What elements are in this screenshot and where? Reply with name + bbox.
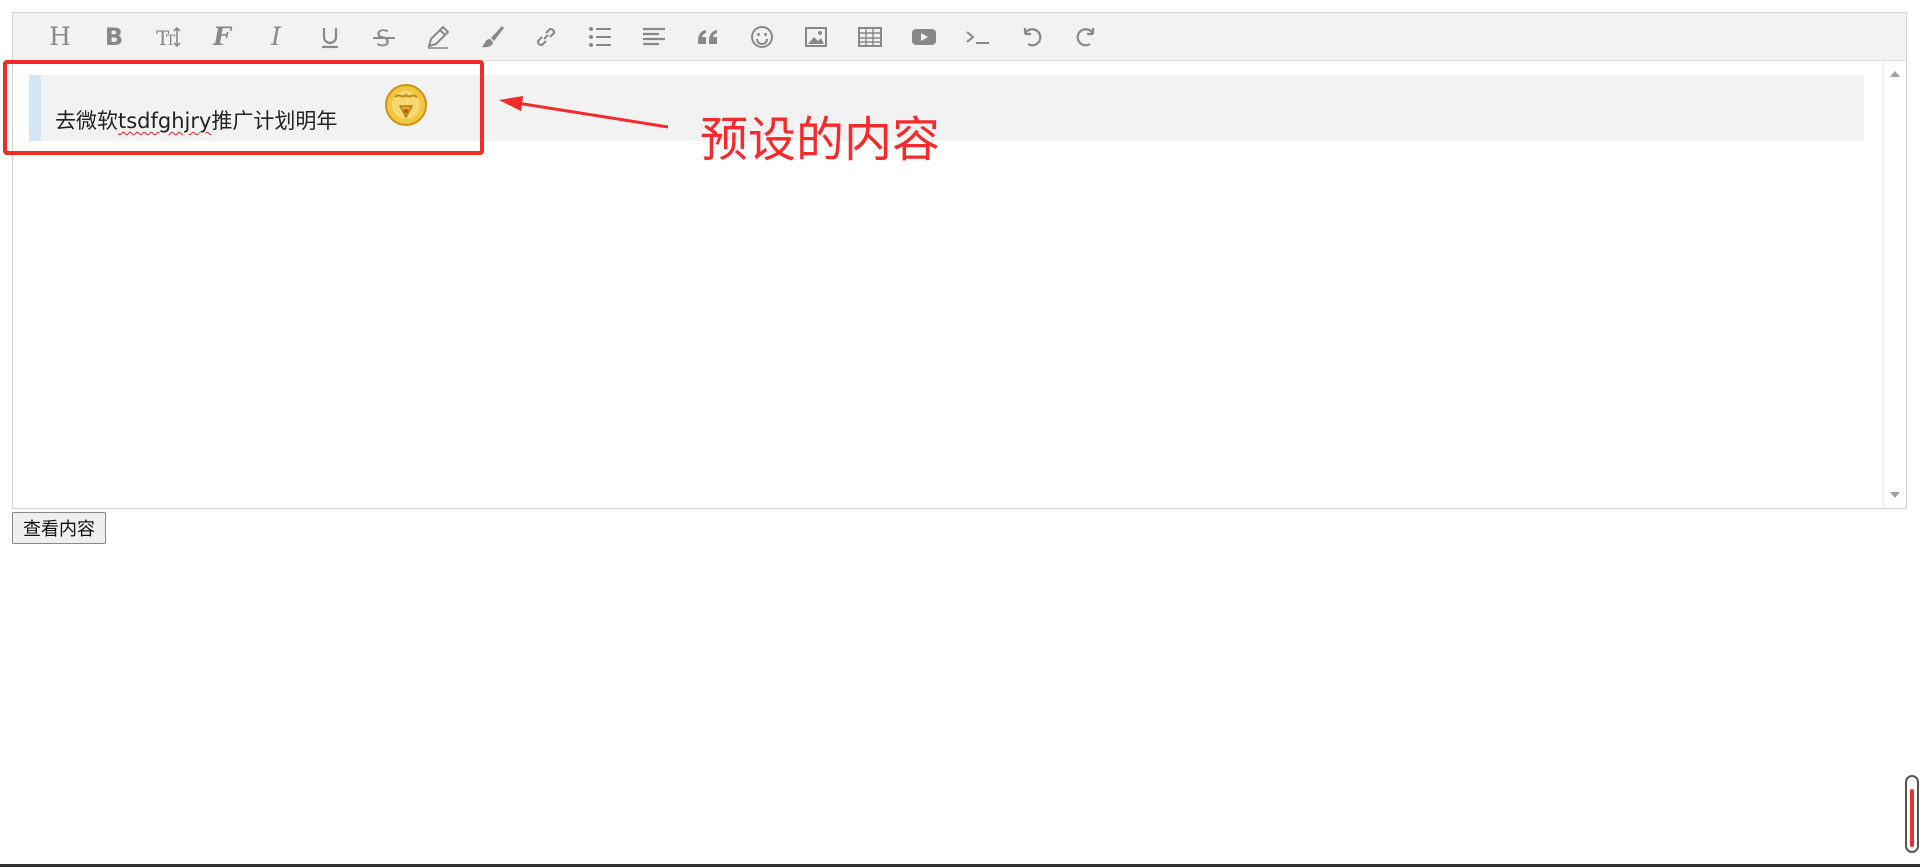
page-scrollbar-thumb[interactable] [1910, 789, 1914, 847]
annotation-highlight-box [3, 60, 484, 155]
image-icon [805, 26, 827, 47]
font-icon: F [213, 22, 231, 51]
list-icon [589, 26, 611, 47]
underline-button[interactable] [303, 15, 357, 59]
redo-button[interactable] [1059, 15, 1113, 59]
heading-icon: H [49, 22, 71, 51]
strikethrough-button[interactable]: S [357, 15, 411, 59]
underline-icon [322, 27, 338, 48]
video-button[interactable] [897, 15, 951, 59]
terminal-icon [966, 30, 989, 44]
strikethrough-icon: S [373, 27, 395, 50]
heading-button[interactable]: H [33, 15, 87, 59]
link-icon [536, 27, 556, 46]
bold-button[interactable]: B [87, 15, 141, 59]
redo-icon [1076, 27, 1095, 46]
emoticon-button[interactable] [735, 15, 789, 59]
justify-button[interactable] [627, 15, 681, 59]
italic-button[interactable]: I [249, 15, 303, 59]
font-family-button[interactable]: F [195, 15, 249, 59]
view-content-button[interactable]: 查看内容 [12, 512, 106, 544]
table-button[interactable] [843, 15, 897, 59]
image-button[interactable] [789, 15, 843, 59]
back-color-button[interactable] [465, 15, 519, 59]
undo-button[interactable] [1005, 15, 1059, 59]
quote-icon [698, 29, 717, 44]
smile-icon [751, 25, 773, 48]
table-icon [858, 26, 882, 47]
undo-icon [1023, 27, 1042, 46]
annotation-arrow-icon [499, 96, 669, 129]
scroll-up-icon[interactable] [1890, 71, 1900, 77]
scroll-down-icon[interactable] [1890, 492, 1900, 498]
fore-color-button[interactable] [411, 15, 465, 59]
align-left-icon [643, 27, 665, 45]
italic-icon: I [271, 22, 281, 51]
pencil-icon [427, 25, 450, 49]
list-button[interactable] [573, 15, 627, 59]
editor-toolbar: H B TT F I S [13, 13, 1906, 61]
font-size-button[interactable]: TT [141, 15, 195, 59]
text-height-icon: TT [156, 26, 181, 50]
editor-scrollbar[interactable] [1883, 61, 1906, 508]
brush-icon [482, 25, 504, 47]
page-scrollbar[interactable] [1905, 775, 1919, 853]
annotation-callout: 预设的内容 [700, 112, 941, 168]
link-button[interactable] [519, 15, 573, 59]
bold-icon: B [104, 22, 124, 51]
code-button[interactable] [951, 15, 1005, 59]
svg-text:T: T [166, 33, 176, 49]
video-icon [912, 28, 936, 45]
quote-button[interactable] [681, 15, 735, 59]
